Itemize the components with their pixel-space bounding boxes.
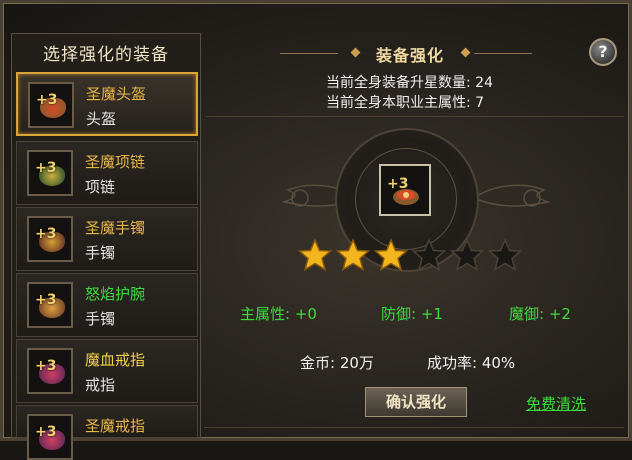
header-divider — [206, 116, 624, 117]
plus-level: +3 — [35, 358, 57, 374]
plus-level: +3 — [35, 424, 57, 440]
equipment-slot: +3 — [27, 150, 73, 196]
panel-title: 装备强化 — [375, 46, 444, 65]
equipment-item[interactable]: +3 圣魔手镯手镯 — [16, 207, 198, 271]
equipment-list-title: 选择强化的装备 — [43, 44, 169, 65]
equipment-type: 手镯 — [85, 244, 116, 262]
equipment-name: 圣魔头盔 — [86, 85, 147, 103]
star-filled-icon — [336, 238, 370, 272]
title-ornament-left — [280, 53, 338, 54]
plus-level: +3 — [35, 292, 57, 308]
equipment-item[interactable]: +3 圣魔头盔头盔 — [16, 72, 198, 136]
stat-star-count: 当前全身装备升星数量: 24 — [326, 75, 493, 91]
equipment-type: 项链 — [85, 178, 116, 196]
equipment-name: 圣魔项链 — [85, 153, 146, 171]
right-wing-ornament — [474, 184, 551, 207]
equipment-slot: +3 — [27, 216, 73, 262]
help-button[interactable]: ? — [589, 38, 617, 66]
equipment-slot: +3 — [27, 414, 73, 460]
attr-magic-defense: 魔御: +2 — [509, 305, 571, 323]
title-ornament-right — [474, 53, 532, 54]
success-rate: 成功率: 40% — [427, 354, 516, 372]
free-reset-link[interactable]: 免费清洗 — [526, 393, 586, 414]
plus-level: +3 — [35, 226, 57, 242]
helmet-icon — [393, 189, 419, 205]
equipment-name: 怒焰护腕 — [85, 285, 146, 303]
star-empty-icon — [488, 238, 522, 272]
equipment-slot: +3 — [27, 282, 73, 328]
equipment-slot: +3 — [27, 348, 73, 394]
equipment-type: 手镯 — [85, 310, 116, 328]
equipment-slot: +3 — [28, 82, 74, 128]
star-empty-icon — [450, 238, 484, 272]
equipment-item[interactable]: +3 圣魔戒指 — [16, 405, 198, 460]
confirm-enhance-button[interactable]: 确认强化 — [365, 387, 467, 417]
equipment-type: 头盔 — [86, 110, 117, 128]
star-empty-icon — [412, 238, 446, 272]
selected-equipment-slot[interactable]: +3 — [379, 164, 431, 216]
equipment-name: 魔血戒指 — [85, 351, 146, 369]
star-filled-icon — [298, 238, 332, 272]
plus-level: +3 — [36, 92, 58, 108]
gold-cost: 金币: 20万 — [300, 354, 374, 372]
bottom-divider — [204, 427, 624, 428]
equipment-item[interactable]: +3 怒焰护腕手镯 — [16, 273, 198, 337]
attr-main: 主属性: +0 — [240, 305, 317, 323]
equipment-item[interactable]: +3 圣魔项链项链 — [16, 141, 198, 205]
equipment-name: 圣魔戒指 — [85, 417, 146, 435]
attr-defense: 防御: +1 — [381, 305, 443, 323]
equipment-type: 戒指 — [85, 376, 116, 394]
star-filled-icon — [374, 238, 408, 272]
plus-level: +3 — [35, 160, 57, 176]
equipment-item[interactable]: +3 魔血戒指戒指 — [16, 339, 198, 403]
equipment-name: 圣魔手镯 — [85, 219, 146, 237]
stat-main-attr: 当前全身本职业主属性: 7 — [326, 95, 485, 111]
